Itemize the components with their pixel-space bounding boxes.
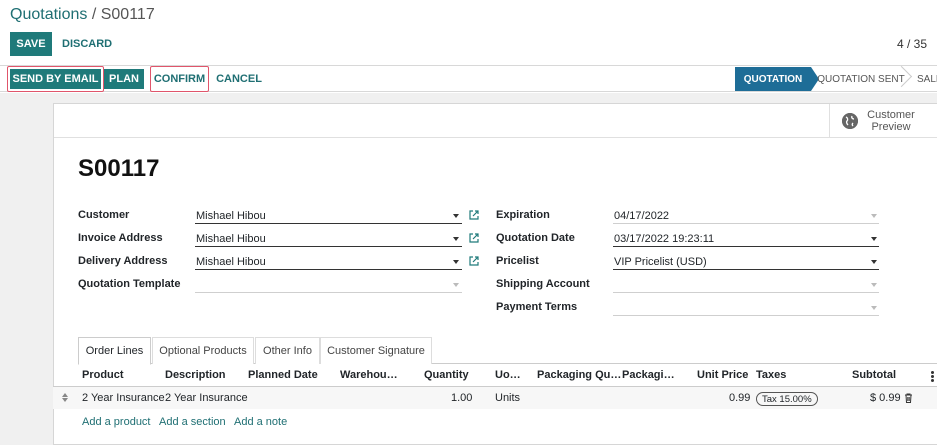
row-unit-price[interactable]: 0.99 [729,392,750,404]
cancel-button[interactable]: CANCEL [214,69,264,89]
shipping-account-label: Shipping Account [496,278,590,290]
customer-dropdown-icon[interactable] [453,214,459,218]
breadcrumb-current: S00117 [100,6,155,23]
button-box: Customer Preview [54,104,937,138]
column-header-packaging[interactable]: Packagi… [622,369,675,381]
save-button[interactable]: SAVE [10,32,52,56]
external-link-icon[interactable] [469,233,479,243]
row-product[interactable]: 2 Year Insurance [82,392,165,404]
expiration-field[interactable]: 04/17/2022 [613,208,879,224]
trash-icon[interactable] [904,393,913,403]
stage-sales-order[interactable]: SALES ORDER [917,67,937,91]
quotation-template-label: Quotation Template [78,278,181,290]
column-header-subtotal[interactable]: Subtotal [852,369,896,381]
quotation-date-field[interactable]: 03/17/2022 19:23:11 [613,231,879,247]
tab-other-info[interactable]: Other Info [255,337,320,364]
add-product-link[interactable]: Add a product [82,416,151,428]
column-header-taxes[interactable]: Taxes [756,369,786,381]
add-section-link[interactable]: Add a section [159,416,226,428]
column-header-description[interactable]: Description [165,369,226,381]
stage-quotation[interactable]: QUOTATION [735,67,819,91]
pricelist-dropdown-icon[interactable] [871,260,877,264]
column-header-quantity[interactable]: Quantity [424,369,469,381]
payment-terms-dropdown-icon[interactable] [871,306,877,310]
column-header-planned-date[interactable]: Planned Date [248,369,318,381]
breadcrumb-quotations-link[interactable]: Quotations [10,6,87,23]
customer-preview-button[interactable]: Customer Preview [829,104,937,138]
column-header-unit-price[interactable]: Unit Price [697,369,748,381]
external-link-icon[interactable] [469,256,479,266]
row-quantity[interactable]: 1.00 [451,392,472,404]
quotation-template-dropdown-icon[interactable] [453,283,459,287]
shipping-account-field[interactable] [613,277,879,293]
expiration-label: Expiration [496,209,550,221]
invoice-address-field[interactable]: Mishael Hibou [195,231,462,247]
pricelist-label: Pricelist [496,255,539,267]
shipping-account-dropdown-icon[interactable] [871,283,877,287]
expiration-dropdown-icon[interactable] [871,214,877,218]
breadcrumb: Quotations / S00117 [10,6,155,24]
plan-button[interactable]: PLAN [104,69,144,89]
status-bar: SEND BY EMAIL PLAN CONFIRM CANCEL QUOTAT… [0,65,937,92]
customer-field[interactable]: Mishael Hibou [195,208,462,224]
send-by-email-highlight [7,66,104,92]
row-subtotal: $ 0.99 [870,392,901,404]
discard-button[interactable]: DISCARD [62,32,112,56]
stage-quotation-sent[interactable]: QUOTATION SENT [815,67,907,91]
column-header-packaging-qty[interactable]: Packaging Qu… [537,369,621,381]
row-description[interactable]: 2 Year Insurance [165,392,248,404]
customer-label: Customer [78,209,130,221]
add-note-link[interactable]: Add a note [234,416,287,428]
column-header-product[interactable]: Product [82,369,124,381]
confirm-highlight [150,66,209,92]
row-tax-badge[interactable]: Tax 15.00% [756,392,818,406]
drag-handle-icon[interactable] [62,393,69,403]
column-header-uom[interactable]: Uo… [495,369,521,381]
tab-customer-signature[interactable]: Customer Signature [320,337,432,364]
column-options-icon[interactable] [931,371,934,382]
quotation-date-dropdown-icon[interactable] [871,237,877,241]
breadcrumb-separator: / [87,6,101,23]
record-pager[interactable]: 4 / 35 [897,37,927,51]
quotation-date-label: Quotation Date [496,232,575,244]
delivery-address-label: Delivery Address [78,255,168,267]
invoice-address-label: Invoice Address [78,232,163,244]
external-link-icon[interactable] [469,210,479,220]
record-title: S00117 [78,155,160,182]
tab-order-lines[interactable]: Order Lines [78,337,151,365]
pricelist-field[interactable]: VIP Pricelist (USD) [613,254,879,270]
control-panel: Quotations / S00117 SAVE DISCARD 4 / 35 [0,0,937,65]
customer-preview-label: Customer Preview [867,109,915,133]
invoice-address-dropdown-icon[interactable] [453,237,459,241]
tab-optional-products[interactable]: Optional Products [152,337,254,364]
column-header-warehouse[interactable]: Warehou… [340,369,398,381]
payment-terms-field[interactable] [613,300,879,316]
quotation-template-field[interactable] [195,277,462,293]
payment-terms-label: Payment Terms [496,301,578,313]
globe-icon [842,113,858,129]
delivery-address-field[interactable]: Mishael Hibou [195,254,462,270]
row-uom[interactable]: Units [495,392,520,404]
delivery-address-dropdown-icon[interactable] [453,260,459,264]
